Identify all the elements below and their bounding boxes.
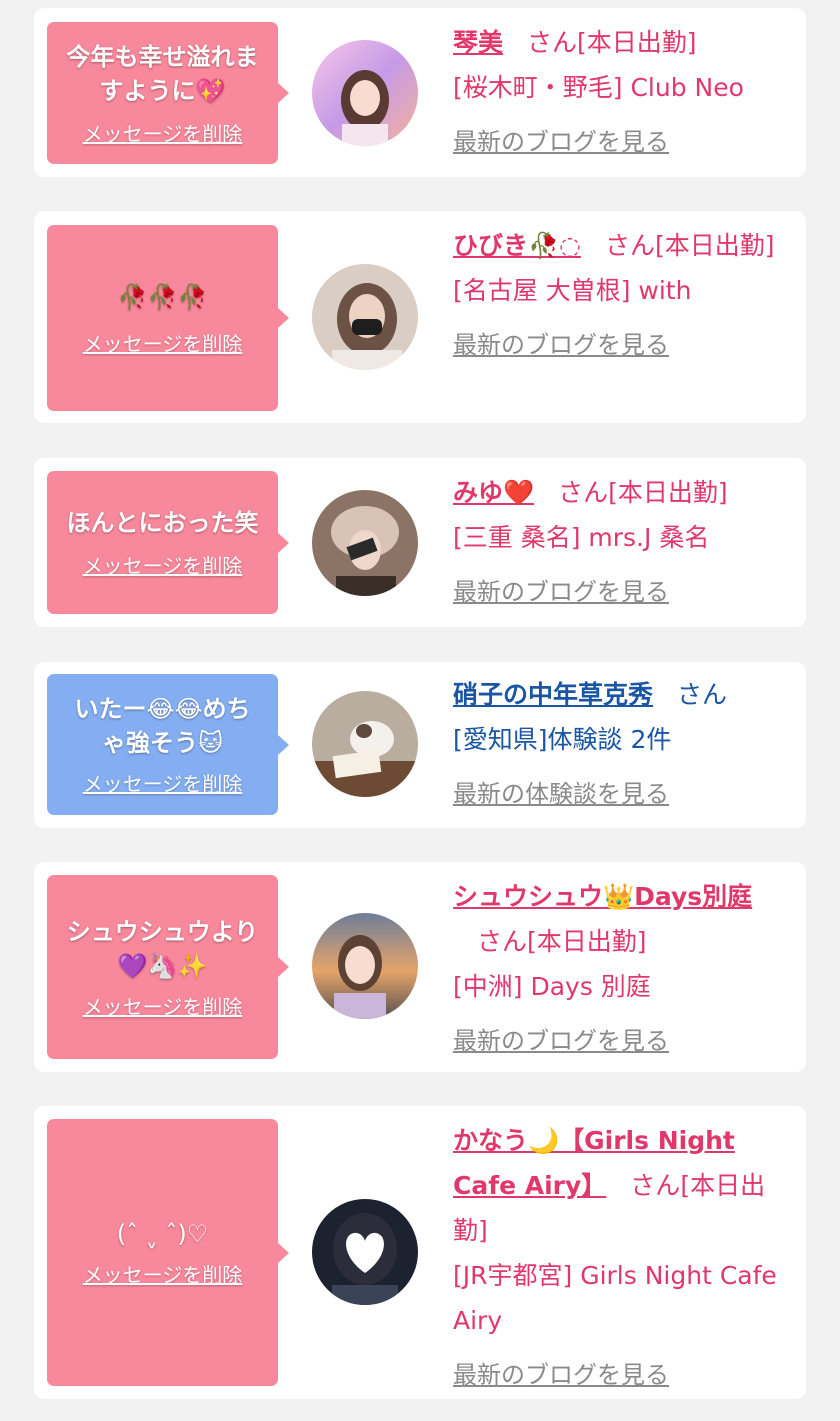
shop-name: [名古屋 大曽根] with <box>453 276 692 305</box>
latest-blog-link[interactable]: 最新のブログを見る <box>453 572 798 612</box>
avatar[interactable] <box>312 691 418 797</box>
delete-message-link[interactable]: メッセージを削除 <box>83 550 243 579</box>
message-card: 🥀🥀🥀 メッセージを削除 ひびき🥀◌ さん[本日出勤] [名古屋 大曽根] wit… <box>34 211 806 423</box>
latest-blog-link[interactable]: 最新のブログを見る <box>453 325 798 365</box>
message-text: 🥀🥀🥀 <box>117 282 208 311</box>
message-bubble: 🥀🥀🥀 メッセージを削除 <box>47 225 289 411</box>
profile-info: みゆ❤️ さん[本日出勤] [三重 桑名] mrs.J 桑名 最新のブログを見る <box>453 470 798 612</box>
profile-name-link[interactable]: 硝子の中年草克秀 <box>453 680 653 709</box>
name-line: 琴美 さん[本日出勤] <box>453 20 798 65</box>
attendance-status: [本日出勤] <box>577 28 697 57</box>
honorific: さん <box>527 28 578 57</box>
avatar[interactable] <box>312 913 418 1019</box>
message-card: (ˆ ˬ ˆ)♡ メッセージを削除 かなう🌙【Girls Night Cafe … <box>34 1106 806 1399</box>
profile-name-link[interactable]: みゆ❤️ <box>453 478 534 507</box>
message-bubble: ほんとにおった笑 メッセージを削除 <box>47 471 289 614</box>
avatar[interactable] <box>312 1199 418 1305</box>
avatar[interactable] <box>312 264 418 370</box>
attendance-status: [本日出勤] <box>608 478 728 507</box>
message-text: 今年も幸せ溢れますように💖 <box>66 42 259 105</box>
profile-name-link[interactable]: 琴美 <box>453 28 503 57</box>
latest-blog-link[interactable]: 最新のブログを見る <box>453 1021 798 1061</box>
avatar[interactable] <box>312 40 418 146</box>
delete-message-link[interactable]: メッセージを削除 <box>83 991 243 1020</box>
profile-info: シュウシュウ👑Days別庭さん[本日出勤] [中洲] Days 別庭 最新のブロ… <box>453 874 798 1061</box>
message-bubble: (ˆ ˬ ˆ)♡ メッセージを削除 <box>47 1119 289 1386</box>
message-card: 今年も幸せ溢れますように💖 メッセージを削除 琴美 さん[本日出勤] [桜木町・野… <box>34 8 806 177</box>
name-line: みゆ❤️ さん[本日出勤] <box>453 470 798 515</box>
shop-name: [中洲] Days 別庭 <box>453 972 651 1001</box>
shop-name: [桜木町・野毛] Club Neo <box>453 73 744 102</box>
name-line: 硝子の中年草克秀 さん <box>453 672 798 717</box>
message-card: いたー😂😂めちゃ強そう🐱 メッセージを削除 硝子の中年草克秀 さん [愛知県]体験… <box>34 662 806 828</box>
latest-blog-link[interactable]: 最新のブログを見る <box>453 122 798 162</box>
message-text: ほんとにおった笑 <box>66 509 259 537</box>
avatar[interactable] <box>312 490 418 596</box>
honorific: さん <box>477 927 528 956</box>
profile-name-link[interactable]: シュウシュウ👑Days別庭 <box>453 882 752 911</box>
profile-info: 硝子の中年草克秀 さん [愛知県]体験談 2件 最新の体験談を見る <box>453 672 798 814</box>
message-card: シュウシュウより💜🦄✨ メッセージを削除 シュウシュウ👑Days別庭さん[本日出… <box>34 862 806 1072</box>
review-count: [愛知県]体験談 2件 <box>453 725 672 754</box>
honorific: さん <box>604 231 655 260</box>
message-bubble: いたー😂😂めちゃ強そう🐱 メッセージを削除 <box>47 674 289 815</box>
message-text: (ˆ ˬ ˆ)♡ <box>116 1220 209 1248</box>
message-text: シュウシュウより💜🦄✨ <box>66 917 259 980</box>
honorific: さん <box>630 1171 681 1200</box>
profile-info: かなう🌙【Girls Night Cafe Airy】 さん[本日出勤] [JR宇… <box>453 1118 798 1395</box>
shop-name: [三重 桑名] mrs.J 桑名 <box>453 523 710 552</box>
delete-message-link[interactable]: メッセージを削除 <box>83 328 243 357</box>
message-text: いたー😂😂めちゃ強そう🐱 <box>74 695 251 757</box>
name-line: ひびき🥀◌ さん[本日出勤] <box>453 223 798 268</box>
name-line: シュウシュウ👑Days別庭さん[本日出勤] <box>453 874 798 964</box>
attendance-status: [本日出勤] <box>654 231 775 260</box>
message-bubble: シュウシュウより💜🦄✨ メッセージを削除 <box>47 875 289 1059</box>
delete-experience-link[interactable]: メッセージを削除 <box>83 768 243 797</box>
profile-name-link[interactable]: ひびき🥀◌ <box>453 231 581 260</box>
honorific: さん <box>677 680 728 709</box>
delete-message-link[interactable]: メッセージを削除 <box>83 1259 243 1288</box>
name-line: かなう🌙【Girls Night Cafe Airy】 さん[本日出勤] <box>453 1118 798 1253</box>
honorific: さん <box>558 478 609 507</box>
shop-name: [JR宇都宮] Girls Night Cafe Airy <box>453 1261 777 1335</box>
profile-info: ひびき🥀◌ さん[本日出勤] [名古屋 大曽根] with 最新のブログを見る <box>453 223 798 365</box>
profile-info: 琴美 さん[本日出勤] [桜木町・野毛] Club Neo 最新のブログを見る <box>453 20 798 162</box>
message-card: ほんとにおった笑 メッセージを削除 みゆ❤️ さん[本日出勤] [三重 桑名] m… <box>34 458 806 627</box>
delete-message-link[interactable]: メッセージを削除 <box>83 118 243 147</box>
attendance-status: [本日出勤] <box>527 927 647 956</box>
message-bubble: 今年も幸せ溢れますように💖 メッセージを削除 <box>47 22 289 164</box>
latest-experience-link[interactable]: 最新の体験談を見る <box>453 774 798 814</box>
latest-blog-link[interactable]: 最新のブログを見る <box>453 1355 798 1395</box>
